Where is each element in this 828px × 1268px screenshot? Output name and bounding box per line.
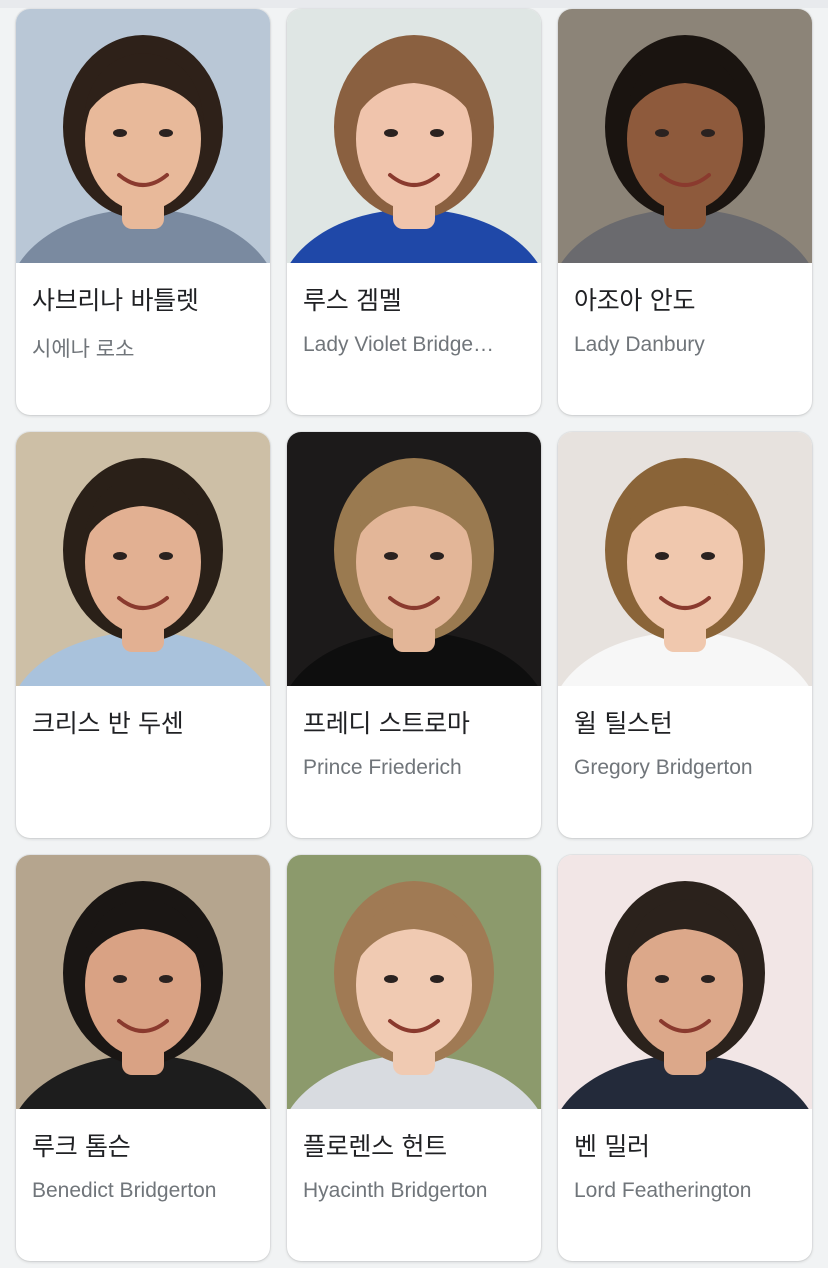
cast-photo	[558, 432, 812, 686]
character-name: Benedict Bridgerton	[32, 1179, 217, 1202]
actor-name: 벤 밀러	[574, 1132, 650, 1161]
actor-name: 플로렌스 헌트	[303, 1132, 447, 1161]
character-name: Lady Violet Bridge…	[303, 333, 495, 356]
cast-grid: 사브리나 바틀렛 시에나 로소 루스 겜멜 Lady Violet Bridge… 아조…	[16, 9, 812, 1261]
cast-photo	[287, 855, 541, 1109]
cast-photo	[16, 432, 270, 686]
actor-name: 윌 틸스턴	[574, 709, 673, 738]
character-name: Lady Danbury	[574, 333, 705, 356]
cast-card[interactable]: 프레디 스트로마 Prince Friederich	[287, 432, 541, 838]
cast-photo	[287, 9, 541, 263]
cast-card[interactable]: 크리스 반 두센	[16, 432, 270, 838]
character-name: Lord Featherington	[574, 1179, 752, 1202]
cast-photo	[287, 432, 541, 686]
character-name: Hyacinth Bridgerton	[303, 1179, 488, 1202]
character-name: 시에나 로소	[32, 338, 135, 361]
character-name: Prince Friederich	[303, 756, 462, 779]
cast-photo	[16, 9, 270, 263]
top-bar	[0, 0, 828, 8]
actor-name: 사브리나 바틀렛	[32, 286, 199, 315]
cast-card[interactable]: 아조아 안도 Lady Danbury	[558, 9, 812, 415]
actor-name: 크리스 반 두센	[32, 709, 184, 738]
cast-photo	[16, 855, 270, 1109]
actor-name: 프레디 스트로마	[303, 709, 470, 738]
cast-card[interactable]: 루스 겜멜 Lady Violet Bridge…	[287, 9, 541, 415]
actor-name: 루크 톰슨	[32, 1132, 131, 1161]
actor-name: 아조아 안도	[574, 286, 696, 315]
cast-photo	[558, 9, 812, 263]
cast-card[interactable]: 벤 밀러 Lord Featherington	[558, 855, 812, 1261]
cast-card[interactable]: 사브리나 바틀렛시에나 로소	[16, 9, 270, 415]
cast-card[interactable]: 루크 톰슨 Benedict Bridgerton	[16, 855, 270, 1261]
cast-photo	[558, 855, 812, 1109]
cast-card[interactable]: 플로렌스 헌트 Hyacinth Bridgerton	[287, 855, 541, 1261]
cast-card[interactable]: 윌 틸스턴 Gregory Bridgerton	[558, 432, 812, 838]
character-name: Gregory Bridgerton	[574, 756, 753, 779]
actor-name: 루스 겜멜	[303, 286, 402, 315]
